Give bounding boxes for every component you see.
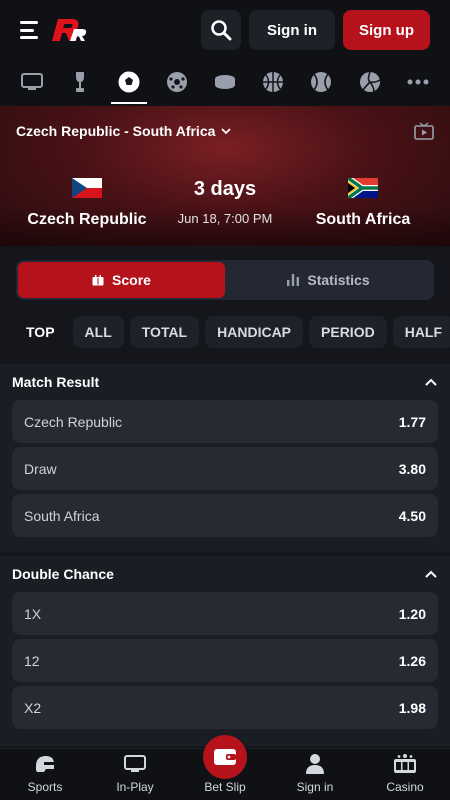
match-header: Czech Republic - South Africa [16,122,434,140]
outcome-x2[interactable]: X2 1.98 [12,686,438,729]
sport-tabs [0,60,450,106]
nav-casino-label: Casino [386,780,424,794]
tab-soccer[interactable] [110,60,147,104]
filter-handicap[interactable]: HANDICAP [205,316,304,348]
market-match-result: Match Result Czech Republic 1.77 Draw 3.… [0,364,450,552]
outcome-odds: 1.20 [398,605,426,622]
kickoff-time: Jun 18, 7:00 PM [177,211,273,226]
nav-bet-slip-label: Bet Slip [204,780,246,794]
match-time-info: 3 days Jun 18, 7:00 PM [150,178,300,226]
filter-period[interactable]: PERIOD [309,316,387,348]
header-actions: Sign in Sign up [201,10,430,50]
czech-flag-icon [72,178,102,198]
filter-total[interactable]: TOTAL [129,316,200,348]
tab-volleyball[interactable] [352,60,388,104]
helmet-icon [33,752,57,776]
outcome-name: Czech Republic [24,413,123,430]
hockey-puck-icon [214,75,235,89]
outcome-name: South Africa [24,507,100,524]
market-title: Double Chance [12,566,114,582]
nav-in-play-label: In-Play [116,780,154,794]
basketball-icon [263,72,284,92]
search-button[interactable] [201,10,241,50]
outcome-12[interactable]: 12 1.26 [12,639,438,682]
tab-statistics-label: Statistics [307,272,370,288]
nav-sign-in-label: Sign in [296,780,334,794]
volleyball-icon [359,71,381,93]
nav-in-play[interactable]: In-Play [90,749,180,800]
filter-all[interactable]: ALL [72,316,124,348]
outcome-name: 1X [24,605,42,622]
nav-casino[interactable]: Casino [360,749,450,800]
tab-trophy[interactable] [62,60,98,104]
outcome-odds: 4.50 [398,507,426,524]
outcome-draw[interactable]: Draw 3.80 [12,447,438,490]
tab-hockey[interactable] [207,60,243,104]
tennis-ball-icon [311,72,332,92]
south-africa-flag-icon [346,175,378,201]
match-title[interactable]: Czech Republic - South Africa [16,123,215,139]
outcome-name: Draw [24,460,57,477]
scoreboard-icon [92,274,104,285]
nav-sign-in[interactable]: Sign in [270,749,360,800]
more-icon [407,79,429,85]
top-header: Sign in Sign up [0,0,450,60]
tv-icon [123,752,147,776]
outcome-name: 12 [24,652,40,669]
match-banner: Czech Republic - South Africa Czech Repu… [0,106,450,246]
away-team: South Africa [288,175,438,229]
tab-live[interactable] [14,60,50,104]
market-title: Match Result [12,374,100,390]
logo[interactable] [50,17,90,43]
filter-half[interactable]: HALF [392,316,450,348]
countdown: 3 days [193,178,257,200]
futsal-icon [166,72,187,92]
home-team-name: Czech Republic [27,211,147,228]
user-icon [303,752,327,776]
trophy-icon [76,72,85,92]
outcome-odds: 1.26 [398,652,426,669]
live-tv-icon [21,73,44,90]
outcome-name: X2 [24,699,42,716]
sign-up-button[interactable]: Sign up [343,10,430,50]
bet-slip-button[interactable] [203,735,247,779]
nav-bet-slip[interactable]: Bet Slip [180,735,270,800]
tab-futsal[interactable] [159,60,195,104]
tab-tennis[interactable] [303,60,339,104]
sign-in-button[interactable]: Sign in [249,10,335,50]
tab-basketball[interactable] [255,60,291,104]
outcome-1x[interactable]: 1X 1.20 [12,592,438,635]
tab-statistics[interactable]: Statistics [225,262,432,298]
outcome-south-africa[interactable]: South Africa 4.50 [12,494,438,537]
away-team-name: South Africa [315,211,411,228]
search-icon [211,20,232,41]
market-double-chance: Double Chance 1X 1.20 12 1.26 X2 1.98 [0,556,450,746]
live-stream-icon[interactable] [414,122,434,140]
bar-chart-icon [287,274,300,286]
outcome-odds: 1.77 [398,413,426,430]
chevron-up-icon[interactable] [424,377,438,387]
market-header[interactable]: Match Result [12,364,438,400]
slot-machine-icon [393,752,417,776]
market-filters: TOP ALL TOTAL HANDICAP PERIOD HALF [16,316,450,348]
filter-top[interactable]: TOP [16,316,67,348]
view-toggle: Score Statistics [16,260,434,300]
market-header[interactable]: Double Chance [12,556,438,592]
tab-score-label: Score [112,272,151,288]
home-team: Czech Republic [12,178,162,229]
soccer-ball-icon [118,71,140,93]
menu-icon[interactable] [20,21,42,39]
tab-score[interactable]: Score [18,262,225,298]
nav-sports-label: Sports [27,780,63,794]
bottom-nav: Sports In-Play Bet Slip Sign in Casino [0,735,450,800]
chevron-up-icon[interactable] [424,569,438,579]
outcome-czech-republic[interactable]: Czech Republic 1.77 [12,400,438,443]
wallet-icon [214,749,236,765]
chevron-down-icon[interactable] [221,126,232,136]
outcome-odds: 1.98 [398,699,426,716]
nav-sports[interactable]: Sports [0,749,90,800]
outcome-odds: 3.80 [398,460,426,477]
tab-more[interactable] [400,60,436,104]
